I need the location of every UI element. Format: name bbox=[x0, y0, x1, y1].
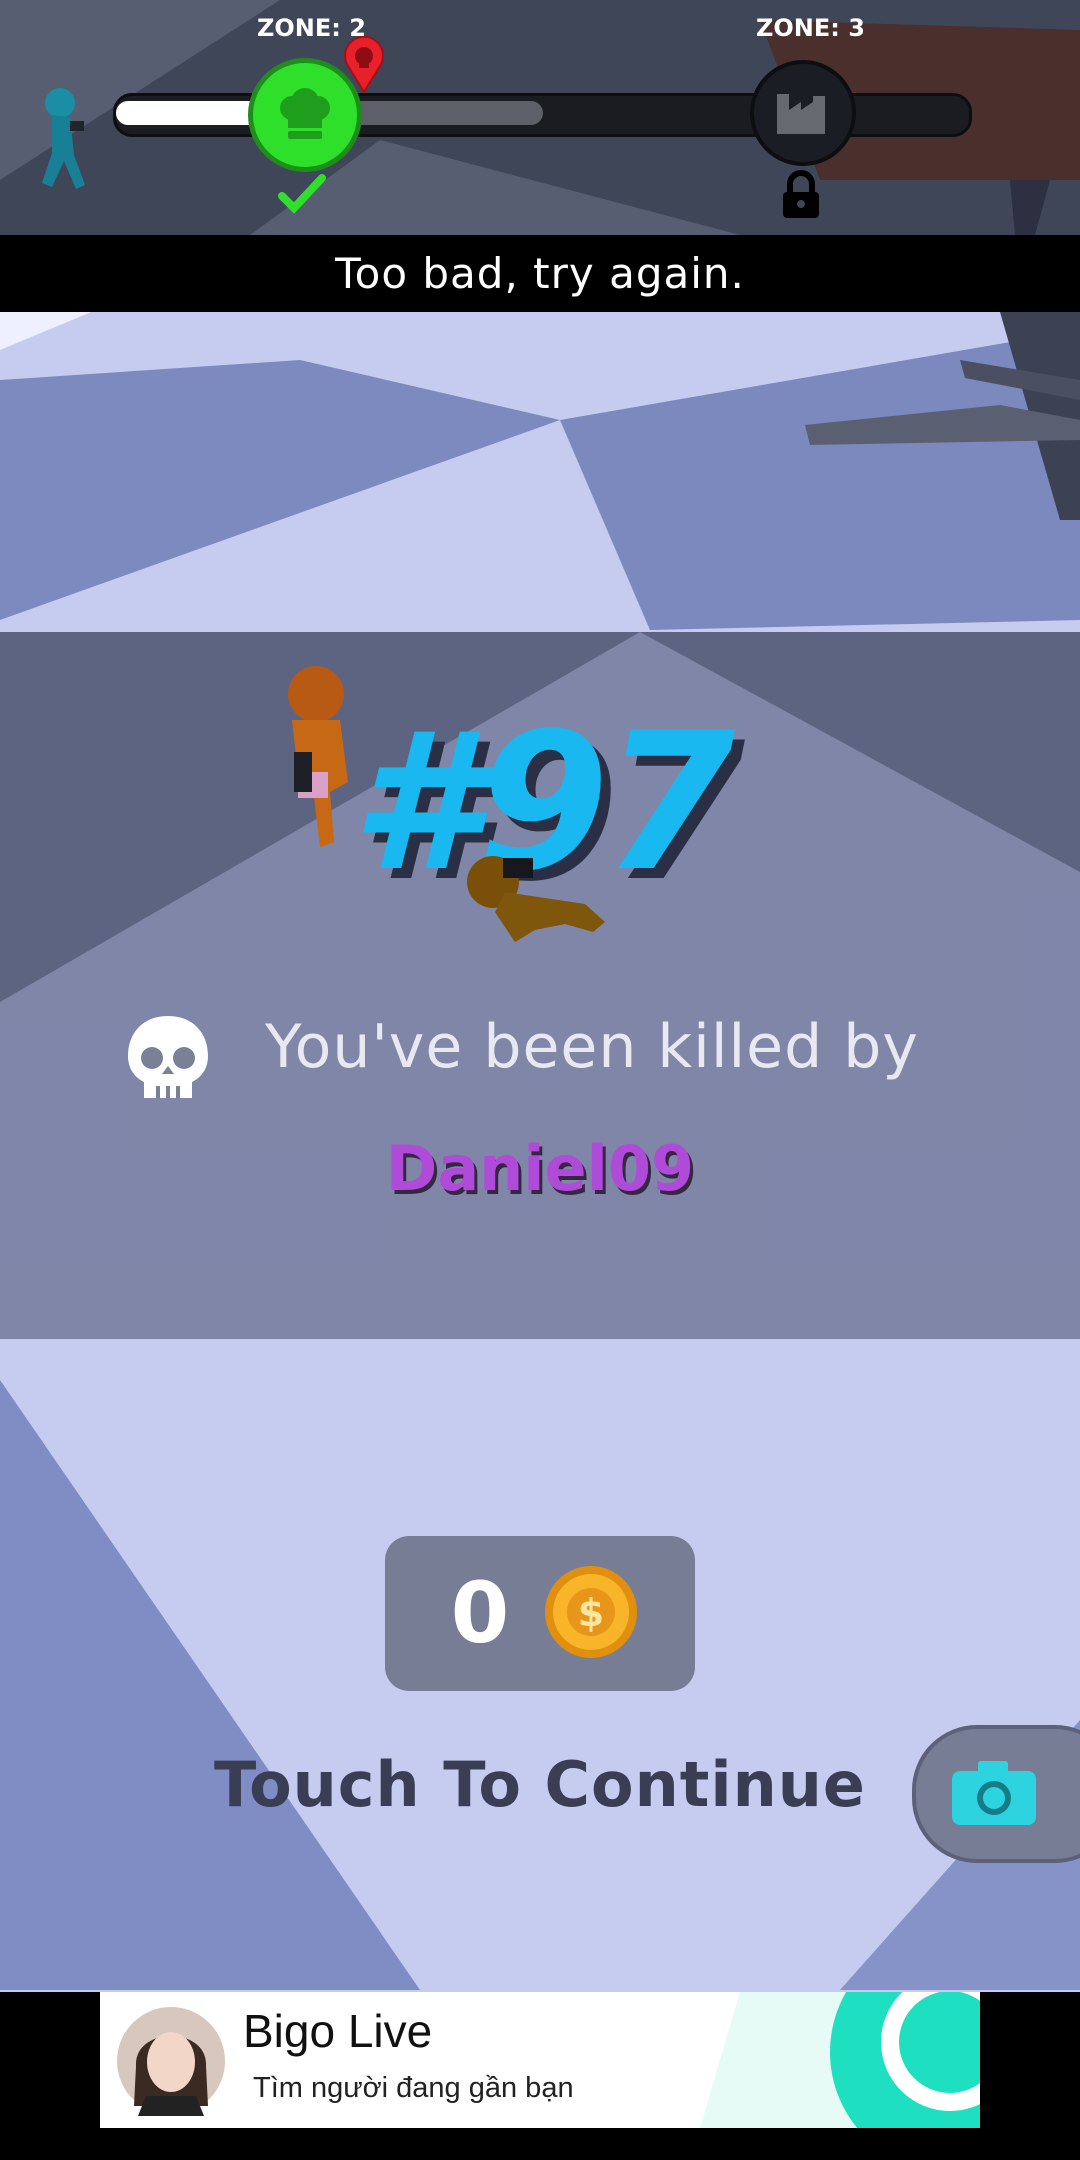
ad-avatar bbox=[117, 2007, 225, 2116]
ad-banner[interactable]: Bigo Live Tìm người đang gần bạn bbox=[100, 1992, 980, 2128]
next-zone-label: ZONE: 3 bbox=[756, 14, 865, 42]
ad-graphic bbox=[700, 1992, 980, 2128]
coin-reward: 0 $ bbox=[385, 1536, 695, 1691]
top-hud: ZONE: 2 ZONE: 3 bbox=[0, 0, 1080, 235]
result-panel: #97 You've been killed by Daniel09 bbox=[0, 632, 1080, 1339]
factory-icon bbox=[777, 94, 825, 134]
fallen-character bbox=[467, 856, 605, 942]
player-character bbox=[42, 88, 85, 189]
svg-text:$: $ bbox=[578, 1591, 604, 1635]
coin-count: 0 bbox=[450, 1564, 510, 1662]
camera-icon bbox=[952, 1761, 1036, 1825]
killer-name: Daniel09 bbox=[385, 1132, 695, 1205]
game-scene[interactable]: ZONE: 2 ZONE: 3 Too bad, try again. #97 … bbox=[0, 0, 1080, 2160]
lock-icon bbox=[783, 170, 819, 218]
skull-icon bbox=[128, 1016, 208, 1098]
chef-hat-icon bbox=[280, 88, 330, 139]
killed-by-text: You've been killed by bbox=[265, 1012, 919, 1082]
next-zone-node bbox=[750, 60, 856, 166]
skull-pin-icon bbox=[344, 36, 384, 94]
screenshot-button[interactable] bbox=[912, 1725, 1080, 1863]
check-icon bbox=[278, 174, 326, 214]
coin-icon: $ bbox=[545, 1566, 637, 1658]
ad-title: Bigo Live bbox=[243, 2005, 433, 2057]
status-message: Too bad, try again. bbox=[0, 235, 1080, 312]
ad-subtitle: Tìm người đang gần bạn bbox=[253, 2072, 574, 2104]
